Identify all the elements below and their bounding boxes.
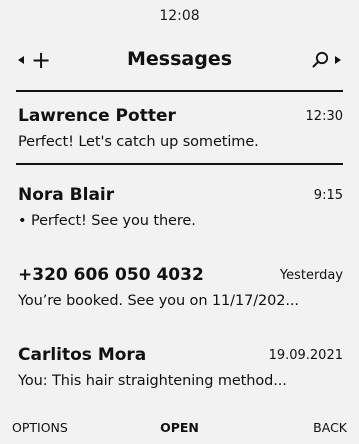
selection-divider: [16, 163, 343, 165]
message-preview: Perfect! Let's catch up sometime.: [18, 134, 259, 150]
triangle-right-icon: [335, 55, 341, 64]
conversation-item[interactable]: Carlitos Mora 19.09.2021 You: This hair …: [18, 345, 343, 391]
message-time: 9:15: [313, 188, 343, 203]
back-softkey[interactable]: BACK: [313, 420, 347, 435]
conversation-item[interactable]: Lawrence Potter 12:30 Perfect! Let's cat…: [18, 106, 343, 152]
header-bar: + Messages: [0, 38, 359, 84]
status-time: 12:08: [159, 8, 200, 24]
search-icon[interactable]: [312, 51, 329, 68]
message-time: Yesterday: [279, 268, 343, 283]
message-preview: You: This hair straightening method...: [18, 373, 287, 389]
page-title: Messages: [126, 48, 233, 70]
header-divider: [16, 90, 343, 92]
message-time: 19.09.2021: [268, 348, 343, 363]
message-preview: • Perfect! See you there.: [18, 213, 196, 229]
header-right-controls: [312, 51, 341, 68]
contact-name: +320 606 050 4032: [18, 265, 204, 285]
open-softkey[interactable]: OPEN: [0, 420, 359, 435]
conversation-item[interactable]: +320 606 050 4032 Yesterday You’re booke…: [18, 265, 343, 311]
message-time: 12:30: [305, 109, 343, 124]
contact-name: Nora Blair: [18, 185, 115, 205]
contact-name: Carlitos Mora: [18, 345, 147, 365]
message-preview: You’re booked. See you on 11/17/202...: [18, 293, 299, 309]
contact-name: Lawrence Potter: [18, 106, 176, 126]
conversation-item[interactable]: Nora Blair 9:15 • Perfect! See you there…: [18, 185, 343, 231]
softkey-bar: OPTIONS OPEN BACK: [0, 418, 359, 440]
